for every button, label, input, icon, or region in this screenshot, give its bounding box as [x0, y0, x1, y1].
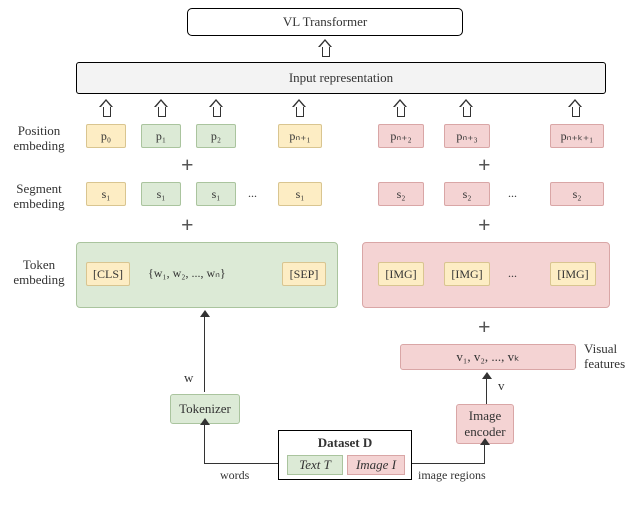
connector-line: [484, 444, 485, 464]
position-token: p₁: [141, 124, 181, 148]
dataset-box: Dataset D Text T Image I: [278, 430, 412, 480]
ellipsis: ...: [248, 186, 257, 201]
arrow-icon: [394, 100, 406, 116]
connector-line: [412, 463, 485, 464]
connector-line: [204, 424, 205, 464]
arrowhead-icon: [200, 418, 210, 425]
arrow-icon: [200, 310, 210, 392]
input-representation-box: Input representation: [76, 62, 606, 94]
visual-features-box: v₁, v₂, ..., vₖ: [400, 344, 576, 370]
arrow-icon: [460, 100, 472, 116]
arrow-icon: [155, 100, 167, 116]
arrowhead-icon: [480, 438, 490, 445]
ellipsis: ...: [508, 266, 517, 281]
image-i-box: Image I: [347, 455, 405, 475]
arrow-icon: [100, 100, 112, 116]
plus-icon: +: [181, 214, 194, 236]
position-token: p₀: [86, 124, 126, 148]
words-label: words: [220, 468, 249, 483]
segment-token: s₁: [86, 182, 126, 206]
vl-transformer-label: VL Transformer: [283, 14, 367, 30]
image-regions-label: image regions: [418, 468, 486, 483]
img-token: [IMG]: [550, 262, 596, 286]
vl-transformer-box: VL Transformer: [187, 8, 463, 36]
plus-icon: +: [478, 214, 491, 236]
plus-icon: +: [478, 154, 491, 176]
segment-token: s₁: [196, 182, 236, 206]
position-token: pₙ₊₃: [444, 124, 490, 148]
connector-line: [205, 463, 278, 464]
tokenizer-label: Tokenizer: [179, 401, 231, 417]
segment-token: s₂: [550, 182, 604, 206]
plus-icon: +: [478, 316, 491, 338]
w-label: w: [184, 370, 193, 386]
sep-token: [SEP]: [282, 262, 326, 286]
position-token: pₙ₊₂: [378, 124, 424, 148]
position-token: p₂: [196, 124, 236, 148]
cls-token: [CLS]: [86, 262, 130, 286]
arrow-icon: [482, 372, 492, 404]
ellipsis: ...: [508, 186, 517, 201]
position-token: pₙ₊₁: [278, 124, 322, 148]
token-embedding-label: Token embeding: [4, 258, 74, 288]
v-label: v: [498, 378, 505, 394]
arrow-icon: [319, 40, 331, 56]
segment-token: s₂: [444, 182, 490, 206]
dataset-title: Dataset D: [279, 435, 411, 451]
position-token: pₙ₊ₖ₊₁: [550, 124, 604, 148]
arrow-icon: [569, 100, 581, 116]
position-embedding-label: Position embeding: [4, 124, 74, 154]
segment-token: s₁: [278, 182, 322, 206]
arrow-icon: [293, 100, 305, 116]
arrow-icon: [210, 100, 222, 116]
input-representation-label: Input representation: [289, 70, 393, 86]
image-encoder-label: Image encoder: [464, 408, 505, 440]
img-token: [IMG]: [444, 262, 490, 286]
words-set: {w₁, w₂, ..., wₙ}: [148, 266, 226, 281]
img-token: [IMG]: [378, 262, 424, 286]
segment-token: s₂: [378, 182, 424, 206]
visual-features-label: Visual features: [584, 342, 625, 372]
segment-token: s₁: [141, 182, 181, 206]
segment-embedding-label: Segment embeding: [4, 182, 74, 212]
visual-features-text: v₁, v₂, ..., vₖ: [456, 349, 519, 365]
text-t-box: Text T: [287, 455, 343, 475]
plus-icon: +: [181, 154, 194, 176]
